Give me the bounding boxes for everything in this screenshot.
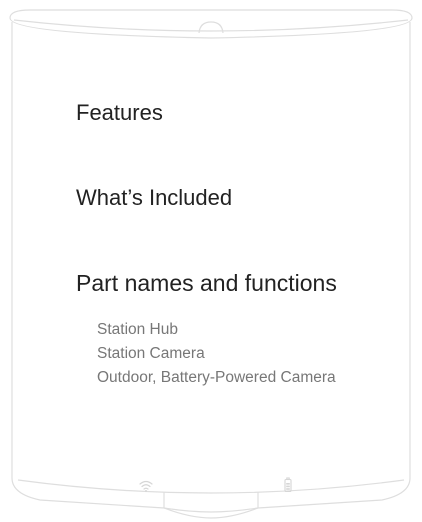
submenu-item-station-hub[interactable]: Station Hub	[97, 318, 336, 342]
wifi-icon	[139, 480, 153, 492]
part-names-submenu: Station Hub Station Camera Outdoor, Batt…	[97, 318, 336, 390]
menu-features[interactable]: Features	[76, 100, 163, 126]
menu-part-names-and-functions[interactable]: Part names and functions	[76, 270, 337, 296]
device-outline	[9, 9, 413, 519]
submenu-item-station-camera[interactable]: Station Camera	[97, 342, 336, 366]
menu-whats-included[interactable]: What’s Included	[76, 185, 232, 211]
submenu-item-outdoor-battery-camera[interactable]: Outdoor, Battery-Powered Camera	[97, 366, 336, 390]
battery-icon	[284, 477, 292, 493]
